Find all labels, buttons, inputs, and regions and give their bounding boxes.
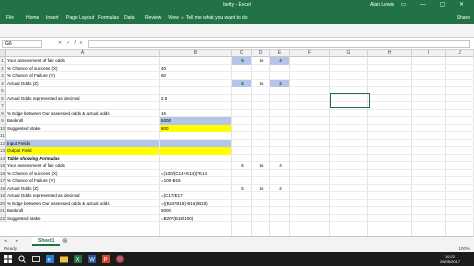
cell-c4[interactable]: 5 xyxy=(232,80,252,88)
tab-data[interactable]: Data xyxy=(124,15,135,21)
cell-a3[interactable]: % Chance of Failure (Y) xyxy=(6,72,156,80)
column-header-i[interactable]: I xyxy=(412,50,446,57)
column-header-c[interactable]: C xyxy=(232,50,252,57)
tab-home[interactable]: Home xyxy=(26,15,39,21)
cell-b17[interactable]: =100-B15 xyxy=(160,177,240,185)
taskbar: e X W P 10:22 25/05/2017 xyxy=(0,252,474,266)
svg-text:X: X xyxy=(76,258,80,264)
name-box[interactable]: G6 xyxy=(2,40,42,48)
search-icon[interactable] xyxy=(18,255,26,263)
cell-e15[interactable]: 4 xyxy=(270,162,290,170)
sheet-nav-arrows[interactable]: ◂ ▸ xyxy=(4,238,22,244)
column-header-b[interactable]: B xyxy=(160,50,232,57)
task-view-icon[interactable] xyxy=(32,255,40,263)
cell-b3[interactable]: 60 xyxy=(160,72,240,80)
cell-a6[interactable]: Actual Odds represented as decimal xyxy=(6,95,156,103)
powerpoint-icon[interactable]: P xyxy=(102,255,110,263)
cell-a21[interactable]: Bankroll xyxy=(6,207,156,215)
cell-b16[interactable]: =(100/(C14+E14))*E14 xyxy=(160,170,240,178)
column-header-j[interactable]: J xyxy=(446,50,474,57)
sheet-tab-bar: ◂ ▸ Sheet1 ⊕ xyxy=(0,236,474,246)
cell-a10[interactable]: Suggested stake xyxy=(6,125,156,133)
input-cell-fill xyxy=(160,139,231,147)
column-header-e[interactable]: E xyxy=(270,50,290,57)
column-header-d[interactable]: D xyxy=(252,50,270,57)
formula-input[interactable] xyxy=(88,40,470,48)
output-cell-fill xyxy=(160,147,231,155)
word-icon[interactable]: W xyxy=(88,255,96,263)
selected-cell-g6[interactable] xyxy=(330,92,370,108)
cell-e1[interactable]: 4 xyxy=(270,57,290,65)
share-button[interactable]: Share xyxy=(457,15,470,21)
tab-review[interactable]: Review xyxy=(145,15,161,21)
cell-b19[interactable]: =(C17/E17 xyxy=(160,192,240,200)
cell-a17[interactable]: % Chance of Failure (Y) xyxy=(6,177,156,185)
cell-d18[interactable]: to xyxy=(252,185,270,193)
cell-a20[interactable]: % Edge between Our assessed odds & actua… xyxy=(6,200,156,208)
tab-insert[interactable]: Insert xyxy=(46,15,59,21)
cell-a22[interactable]: Suggested stake xyxy=(6,215,156,223)
column-header-h[interactable]: H xyxy=(368,50,412,57)
cell-c1[interactable]: 6 xyxy=(232,57,252,65)
cell-b2[interactable]: 40 xyxy=(160,65,240,73)
cancel-icon: ✕ xyxy=(58,40,67,46)
cell-a15[interactable]: Your assessment of fair odds xyxy=(6,162,156,170)
taskbar-clock[interactable]: 10:22 25/05/2017 xyxy=(440,254,460,264)
windows-start-icon[interactable] xyxy=(4,255,12,263)
svg-text:W: W xyxy=(89,258,95,264)
cell-c15[interactable]: 6 xyxy=(232,162,252,170)
cell-a16[interactable]: % Chance of success (X) xyxy=(6,170,156,178)
cell-d15[interactable]: to xyxy=(252,162,270,170)
tab-page-layout[interactable]: Page Layout xyxy=(66,15,94,21)
formula-bar: G6 ✕✓fx xyxy=(0,38,474,50)
cell-a8[interactable]: % Edge between Our assessed odds & actua… xyxy=(6,110,156,118)
window-controls[interactable]: ▭ — ▢ ✕ xyxy=(401,1,470,8)
cell-b9[interactable]: 5000 xyxy=(160,117,240,125)
cell-e18[interactable]: 2 xyxy=(270,185,290,193)
cell-d1[interactable]: to xyxy=(252,57,270,65)
cell-a14[interactable]: Table showing Formulas xyxy=(6,155,156,163)
cell-d4[interactable]: to xyxy=(252,80,270,88)
chrome-icon[interactable] xyxy=(116,255,124,263)
cell-b8[interactable]: 16 xyxy=(160,110,240,118)
ribbon-tabs: File Home Insert Page Layout Formulas Da… xyxy=(0,11,474,24)
tab-view[interactable]: View xyxy=(168,15,179,21)
zoom-level[interactable]: 100% xyxy=(458,246,470,251)
title-bar: betty - Excel Alan Lewis ▭ — ▢ ✕ xyxy=(0,0,474,11)
spreadsheet-grid[interactable]: A B C D E F G H I J 1 2 3 4 5 6 7 8 9 10 11 12 13 14 15 16 17 18 19 2… xyxy=(0,50,474,236)
formula-icons[interactable]: ✕✓fx xyxy=(58,40,86,46)
cell-a4[interactable]: Actual Odds (Z) xyxy=(6,80,156,88)
cell-b6[interactable]: 2.5 xyxy=(160,95,240,103)
tab-file[interactable]: File xyxy=(6,15,14,21)
cell-a19[interactable]: Actual Odds represented as decimal xyxy=(6,192,156,200)
excel-icon[interactable]: X xyxy=(74,255,82,263)
cell-b22[interactable]: =B20*(B19/100) xyxy=(160,215,240,223)
cell-b21[interactable]: 5000 xyxy=(160,207,240,215)
tell-me-search[interactable]: ☼ Tell me what you want to do xyxy=(180,15,248,21)
tab-formulas[interactable]: Formulas xyxy=(98,15,119,21)
file-explorer-icon[interactable] xyxy=(60,255,68,263)
svg-text:P: P xyxy=(104,258,108,264)
edge-browser-icon[interactable]: e xyxy=(46,255,54,263)
user-name[interactable]: Alan Lewis xyxy=(370,2,394,8)
cell-b20[interactable]: =((B15*B18)-B16)/B18) xyxy=(160,200,240,208)
cell-a9[interactable]: Bankroll xyxy=(6,117,156,125)
cell-a13[interactable]: Output Field xyxy=(6,147,156,155)
cell-a2[interactable]: % Chance of success (X) xyxy=(6,65,156,73)
column-header-a[interactable]: A xyxy=(6,50,160,57)
add-sheet-icon[interactable]: ⊕ xyxy=(62,237,68,245)
cell-b10[interactable]: 800 xyxy=(160,125,240,133)
cell-a12[interactable]: Input Fields xyxy=(6,140,156,148)
cell-a1[interactable]: Your assessment of fair odds xyxy=(6,57,156,65)
column-header-f[interactable]: F xyxy=(290,50,330,57)
cell-c18[interactable]: 5 xyxy=(232,185,252,193)
function-icon: fx xyxy=(74,40,87,46)
ribbon-collapsed-area xyxy=(0,24,474,38)
sheet-tab[interactable]: Sheet1 xyxy=(32,237,61,246)
cell-a18[interactable]: Actual Odds (Z) xyxy=(6,185,156,193)
column-header-g[interactable]: G xyxy=(330,50,368,57)
cell-e4[interactable]: 2 xyxy=(270,80,290,88)
status-ready: Ready xyxy=(4,246,18,251)
